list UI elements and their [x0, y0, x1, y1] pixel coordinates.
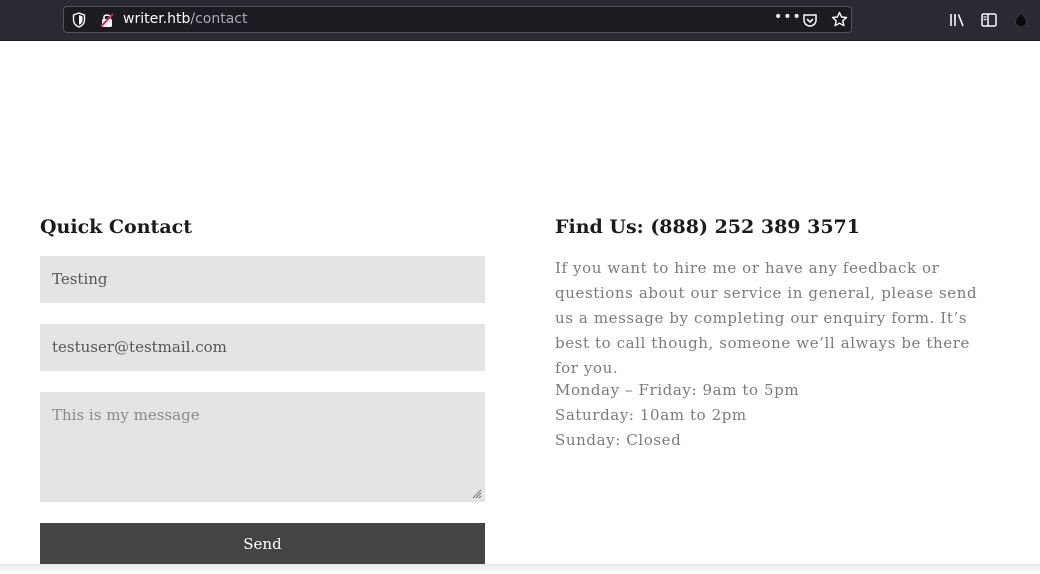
extension-icon[interactable] — [1012, 11, 1030, 29]
message-textarea[interactable]: This is my message — [40, 392, 485, 502]
library-icon[interactable] — [948, 11, 966, 29]
hours-weekdays: Monday – Friday: 9am to 5pm — [555, 381, 800, 399]
message-placeholder: This is my message — [52, 406, 200, 424]
address-bar[interactable]: writer.htb/contact ••• — [63, 6, 852, 33]
sidebar-icon[interactable] — [980, 11, 998, 29]
url-text[interactable]: writer.htb/contact — [123, 11, 247, 27]
shield-icon[interactable] — [72, 12, 86, 28]
hours-sunday: Sunday: Closed — [555, 431, 682, 449]
page-actions-menu-icon[interactable]: ••• — [774, 9, 802, 25]
email-input[interactable]: testuser@testmail.com — [40, 324, 485, 371]
name-input[interactable]: Testing — [40, 256, 485, 303]
resize-grip-icon[interactable] — [472, 489, 482, 499]
name-input-value: Testing — [52, 270, 108, 288]
email-input-value: testuser@testmail.com — [52, 338, 227, 356]
hours-saturday: Saturday: 10am to 2pm — [555, 406, 747, 424]
browser-toolbar: writer.htb/contact ••• — [0, 0, 1040, 41]
quick-contact-heading: Quick Contact — [40, 216, 192, 238]
opening-hours: Monday – Friday: 9am to 5pm Saturday: 10… — [555, 378, 799, 453]
bookmark-star-icon[interactable] — [831, 11, 848, 28]
insecure-lock-icon[interactable] — [99, 12, 115, 28]
find-us-heading: Find Us: (888) 252 389 3571 — [555, 216, 861, 238]
find-us-description: If you want to hire me or have any feedb… — [555, 256, 995, 381]
send-button[interactable]: Send — [40, 523, 485, 565]
find-us-description-text: If you want to hire me or have any feedb… — [555, 259, 978, 377]
url-path: /contact — [190, 11, 248, 27]
page-bottom-edge — [0, 564, 1040, 574]
url-host: writer.htb — [123, 11, 191, 27]
pocket-icon[interactable] — [802, 12, 818, 28]
